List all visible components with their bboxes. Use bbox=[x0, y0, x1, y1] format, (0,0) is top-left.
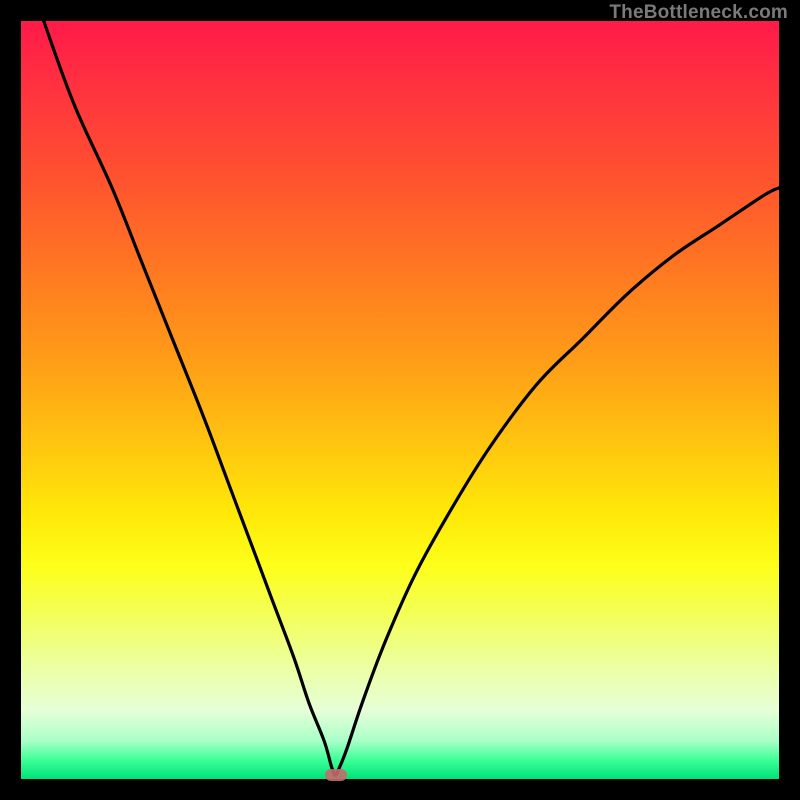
curve-svg bbox=[21, 21, 779, 779]
plot-area bbox=[21, 21, 779, 779]
minimum-marker bbox=[325, 769, 347, 781]
bottleneck-curve bbox=[44, 21, 779, 775]
chart-frame: TheBottleneck.com bbox=[0, 0, 800, 800]
